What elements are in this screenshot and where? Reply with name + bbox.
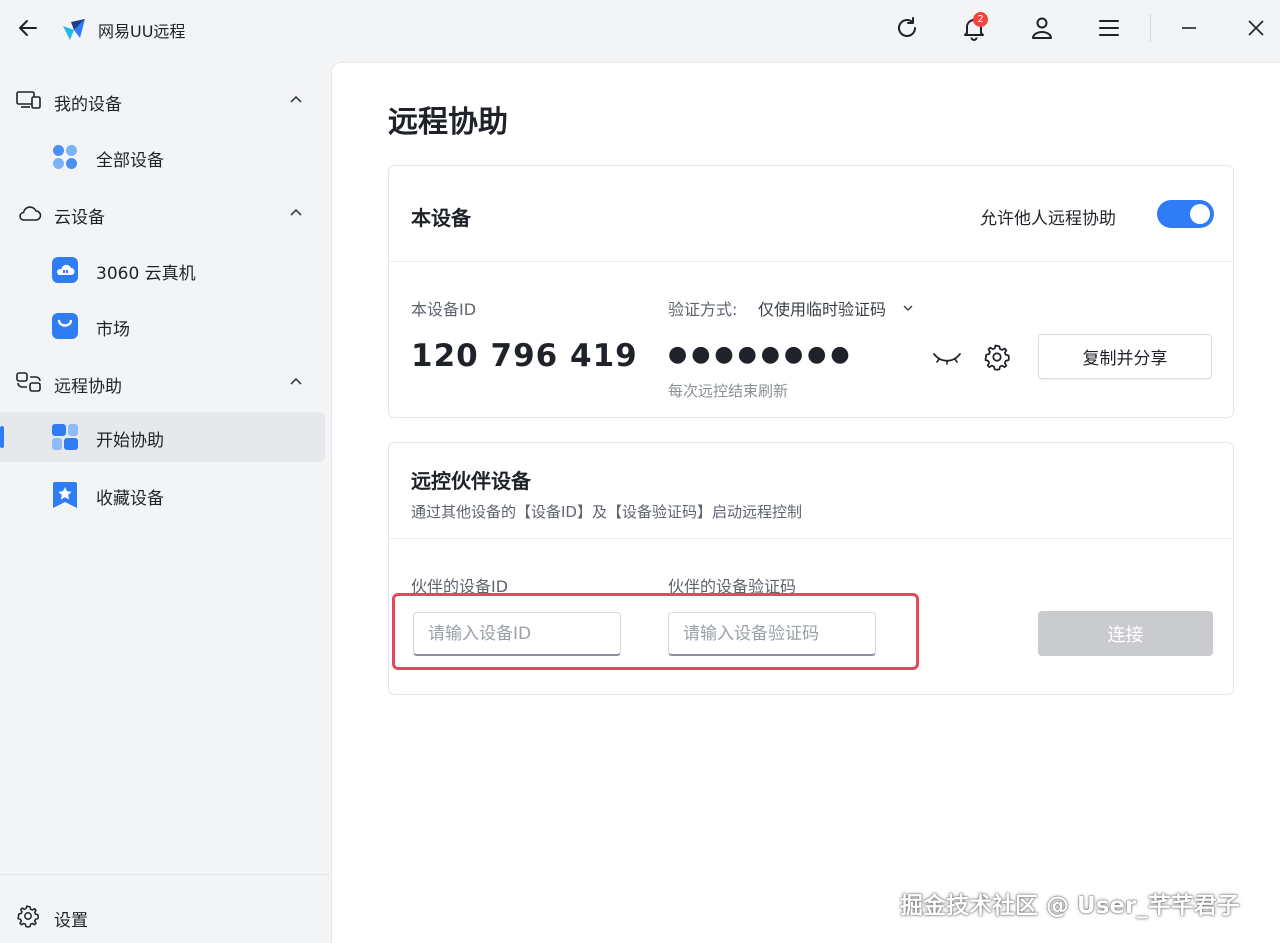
card-divider: [389, 538, 1233, 539]
shopping-bag-icon: [51, 312, 79, 340]
settings-gear-icon: [16, 904, 40, 928]
this-device-card: 本设备 允许他人远程协助 本设备ID 120 796 419 验证方式: 仅使用…: [388, 165, 1234, 418]
partner-title: 远控伙伴设备: [411, 469, 531, 493]
page-title: 远程协助: [388, 105, 508, 140]
devices-icon: [16, 90, 42, 110]
menu-icon[interactable]: [1094, 13, 1124, 43]
allow-remote-label: 允许他人远程协助: [980, 209, 1116, 229]
copy-share-button[interactable]: 复制并分享: [1038, 334, 1212, 379]
active-indicator: [0, 426, 4, 448]
sidebar-group-my-devices[interactable]: 我的设备: [0, 80, 330, 120]
sidebar-item-cloud-phone[interactable]: 3060 云真机: [0, 245, 325, 295]
minimize-icon[interactable]: [1174, 13, 1204, 43]
refresh-hint: 每次远控结束刷新: [668, 382, 789, 400]
verify-method-label: 验证方式:: [668, 300, 738, 319]
notification-badge: 2: [973, 12, 988, 27]
refresh-icon[interactable]: [892, 13, 922, 43]
sidebar-group-cloud-devices[interactable]: 云设备: [0, 193, 330, 233]
sidebar-group-remote-assist[interactable]: 远程协助: [0, 362, 330, 402]
all-devices-icon: [51, 143, 79, 171]
app-title: 网易UU远程: [98, 22, 186, 41]
sidebar-item-label: 开始协助: [96, 431, 164, 451]
partner-code-input[interactable]: [668, 612, 876, 656]
close-icon[interactable]: [1241, 13, 1271, 43]
allow-remote-toggle[interactable]: [1157, 200, 1214, 228]
chevron-down-icon[interactable]: [901, 300, 915, 314]
sidebar-item-market[interactable]: 市场: [0, 301, 325, 351]
cloud-icon: [16, 203, 42, 223]
verify-method-select[interactable]: 仅使用临时验证码: [758, 296, 886, 320]
sidebar-group-label: 我的设备: [54, 95, 122, 115]
settings-label: 设置: [54, 911, 88, 931]
sidebar-item-label: 3060 云真机: [96, 264, 196, 284]
start-assist-icon: [51, 423, 79, 451]
chevron-up-icon: [288, 374, 304, 390]
cloud-phone-icon: [51, 256, 79, 284]
partner-code-label: 伙伴的设备验证码: [668, 577, 797, 596]
partner-id-label: 伙伴的设备ID: [411, 577, 509, 596]
sidebar-item-label: 市场: [96, 320, 130, 340]
connect-button[interactable]: 连接: [1038, 611, 1213, 656]
sidebar-item-label: 收藏设备: [96, 489, 164, 509]
sidebar-item-start-assist[interactable]: 开始协助: [0, 412, 325, 462]
sidebar-item-all-devices[interactable]: 全部设备: [0, 132, 325, 182]
sidebar-settings[interactable]: 设置: [0, 894, 330, 938]
titlebar-divider: [1150, 14, 1151, 42]
remote-assist-icon: [16, 372, 42, 392]
card-divider: [389, 261, 1233, 262]
toggle-knob: [1190, 204, 1210, 224]
sidebar-item-favorites[interactable]: 收藏设备: [0, 470, 325, 520]
sidebar-group-label: 云设备: [54, 208, 105, 228]
this-device-title: 本设备: [411, 206, 471, 230]
show-password-eye-icon[interactable]: [931, 346, 963, 370]
device-id-value: 120 796 419: [411, 338, 638, 374]
sidebar-group-label: 远程协助: [54, 377, 122, 397]
chevron-up-icon: [288, 205, 304, 221]
title-bar: 网易UU远程 2: [0, 0, 1280, 58]
sidebar-divider: [0, 874, 330, 875]
notification-bell-icon[interactable]: 2: [959, 12, 989, 43]
partner-device-card: 远控伙伴设备 通过其他设备的【设备ID】及【设备验证码】启动远程控制 伙伴的设备…: [388, 442, 1234, 695]
chevron-up-icon: [288, 92, 304, 108]
back-arrow-icon[interactable]: [14, 14, 42, 42]
app-logo-icon: [60, 14, 88, 42]
main-panel: 远程协助 本设备 允许他人远程协助 本设备ID 120 796 419 验证方式…: [331, 62, 1280, 943]
sidebar: 我的设备 全部设备 云设备 3060 云真机 市场 远程协助 开始协助 收藏设备…: [0, 58, 330, 943]
partner-description: 通过其他设备的【设备ID】及【设备验证码】启动远程控制: [411, 503, 802, 521]
sidebar-item-label: 全部设备: [96, 151, 164, 171]
device-id-label: 本设备ID: [411, 300, 477, 319]
watermark: 掘金技术社区 @ User_芊芊君子: [900, 893, 1240, 919]
user-icon[interactable]: [1027, 13, 1057, 43]
verify-code-masked: ●●●●●●●●: [668, 342, 854, 367]
favorite-star-icon: [51, 481, 79, 509]
partner-id-input[interactable]: [413, 612, 621, 656]
verify-settings-gear-icon[interactable]: [983, 343, 1011, 371]
